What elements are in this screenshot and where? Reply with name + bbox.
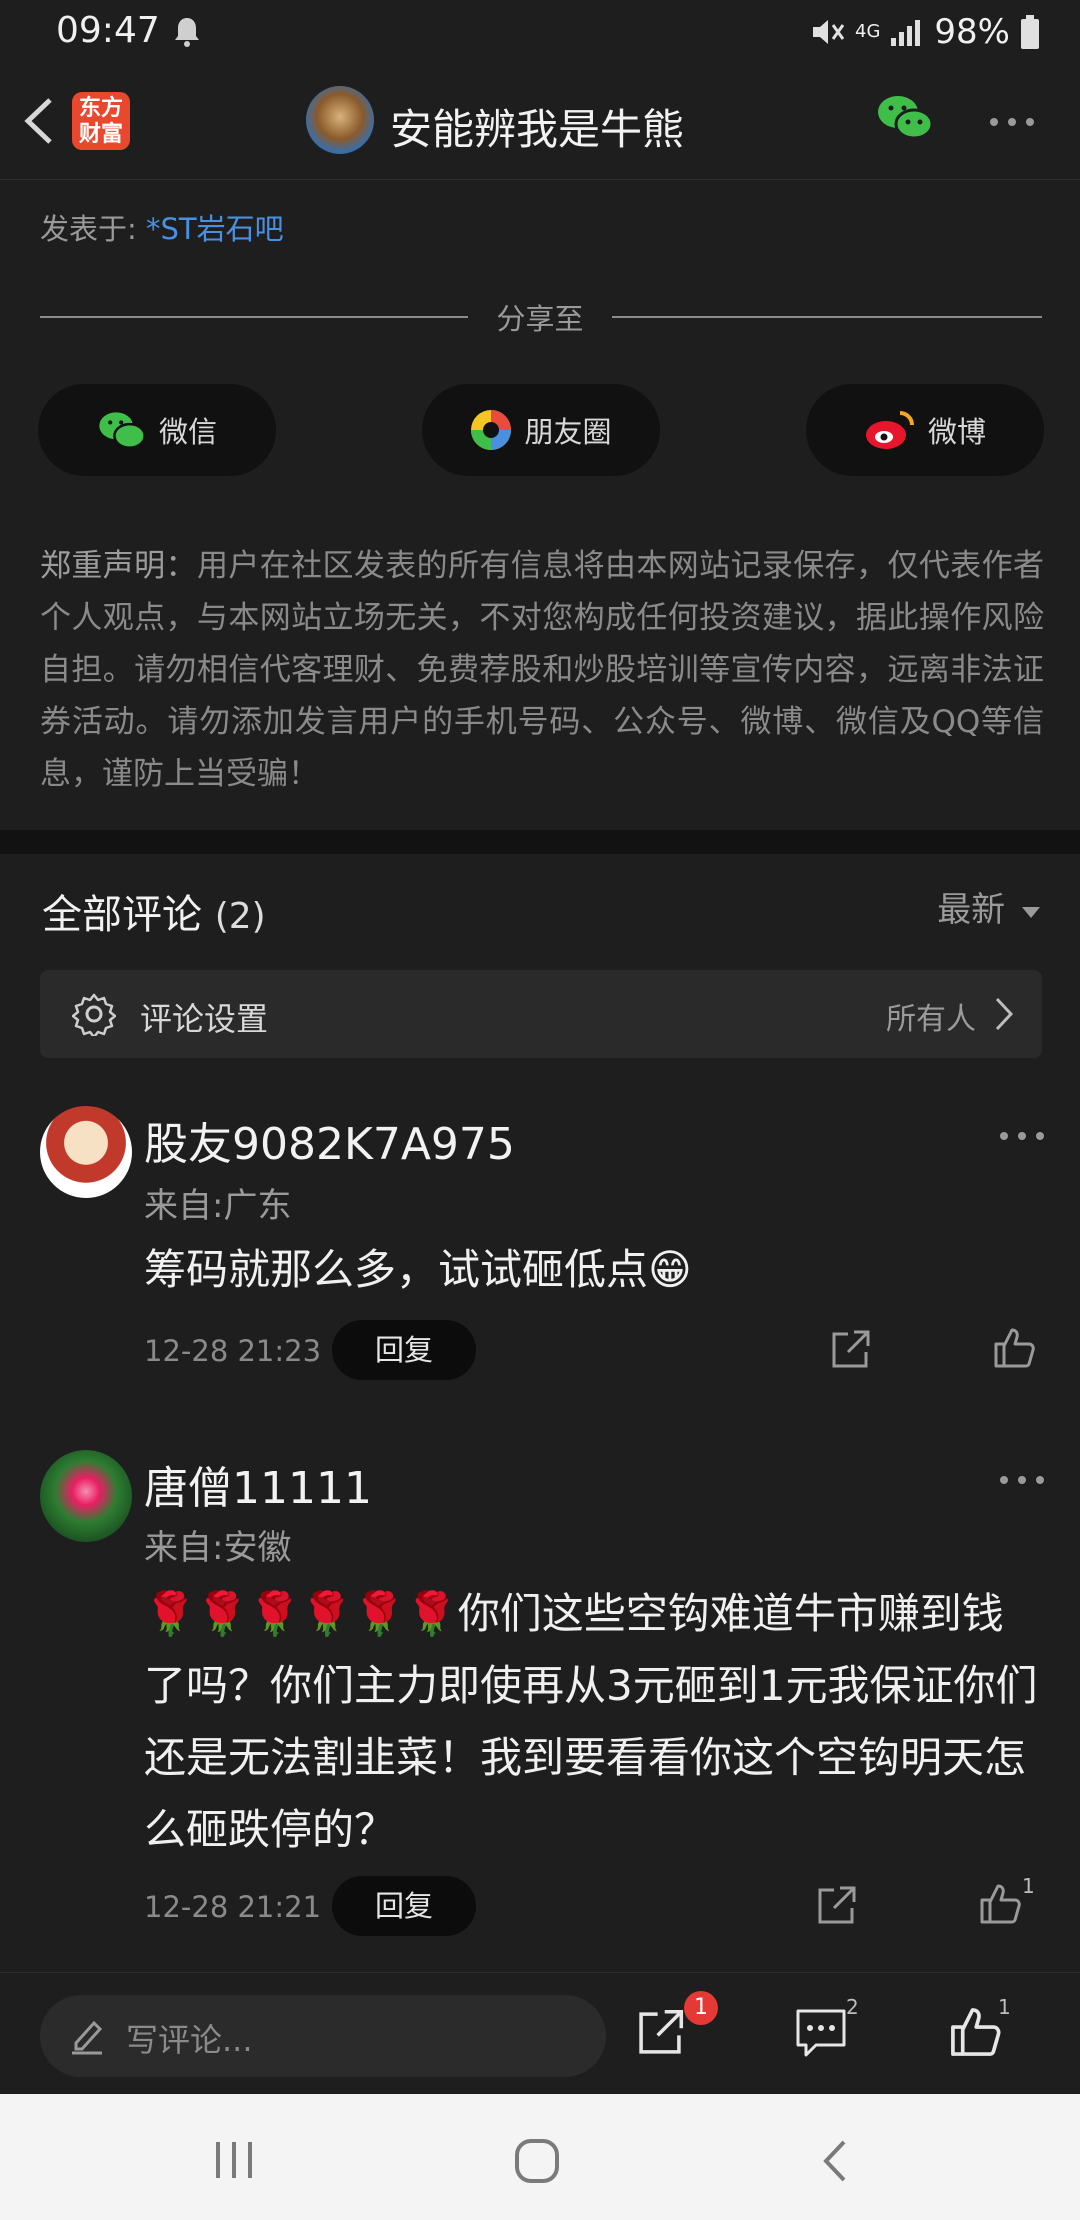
like-post-button[interactable]: 1	[948, 1995, 1011, 2063]
network-type: 4G	[855, 21, 881, 42]
comment-time: 12-28 21:21	[144, 1890, 322, 1924]
battery-percent: 98%	[934, 12, 1010, 52]
moments-icon	[471, 410, 512, 450]
comment-more-button[interactable]	[1000, 1476, 1044, 1484]
app-screen: 09:47 4G 98% 东方 财富 安能辨我是牛熊 发表于: *ST岩石吧 分…	[0, 0, 1080, 2220]
comment-author[interactable]: 股友9082K7A975	[144, 1108, 515, 1172]
reply-button[interactable]: 回复	[332, 1320, 476, 1380]
wechat-share-button[interactable]	[876, 92, 934, 146]
comment-settings-row[interactable]: 评论设置 所有人	[40, 970, 1042, 1058]
comment-location: 来自:广东	[144, 1186, 292, 1226]
comment-avatar[interactable]	[40, 1106, 132, 1198]
comment-time: 12-28 21:23	[144, 1334, 322, 1368]
system-nav-bar	[0, 2094, 1080, 2220]
caret-down-icon	[1022, 906, 1040, 918]
author-avatar[interactable]	[306, 86, 374, 154]
share-weibo-button[interactable]: 微博	[806, 384, 1044, 476]
write-comment-placeholder: 写评论...	[126, 2021, 253, 2059]
comments-button[interactable]: 2	[794, 1995, 859, 2063]
like-count: 1	[1022, 1874, 1035, 1898]
wechat-icon	[99, 412, 146, 449]
status-icons: 4G 98%	[811, 12, 1040, 52]
sort-dropdown[interactable]: 最新	[937, 882, 1040, 931]
signal-icon	[891, 20, 921, 46]
more-options-button[interactable]	[990, 118, 1034, 126]
comment-avatar[interactable]	[40, 1450, 132, 1542]
like-icon	[951, 2008, 1001, 2056]
section-divider	[0, 830, 1080, 854]
comment-count: 2	[846, 1995, 859, 2019]
mute-icon	[813, 20, 845, 44]
gear-icon	[72, 993, 116, 1036]
back-arrow-icon	[24, 98, 52, 144]
pencil-icon	[72, 2020, 103, 2055]
share-comment-icon[interactable]	[814, 1884, 858, 1928]
comment-text: 筹码就那么多，试试砸低点😁	[144, 1245, 692, 1294]
chevron-right-icon	[995, 997, 1014, 1031]
comment-settings-value: 所有人	[886, 1002, 976, 1037]
comment-author[interactable]: 唐僧11111	[144, 1452, 372, 1516]
eastmoney-logo[interactable]: 东方 财富	[72, 92, 130, 150]
like-icon[interactable]	[978, 1882, 1022, 1926]
posted-in: 发表于: *ST岩石吧	[40, 212, 284, 246]
share-comment-icon[interactable]	[828, 1328, 872, 1372]
share-label: 分享至	[496, 302, 584, 336]
share-wechat-button[interactable]: 微信	[38, 384, 276, 476]
comments-title: 全部评论 (2)	[42, 892, 266, 938]
bottom-action-bar: 写评论... 1 2 1	[0, 1972, 1080, 2094]
comment-settings-label: 评论设置	[140, 1000, 269, 1038]
notification-bell-icon	[172, 16, 202, 52]
like-icon[interactable]	[992, 1326, 1036, 1370]
back-button[interactable]	[20, 96, 56, 150]
write-comment-input[interactable]: 写评论...	[40, 1995, 606, 2077]
comments-count: (2)	[214, 896, 266, 937]
like-count: 1	[998, 1995, 1011, 2019]
share-icon	[639, 2009, 684, 2054]
status-time: 09:47	[56, 10, 160, 51]
status-bar: 09:47 4G 98%	[0, 0, 1080, 62]
share-post-button[interactable]: 1	[634, 1991, 718, 2063]
home-icon[interactable]	[514, 2138, 560, 2184]
bar-link[interactable]: *ST岩石吧	[146, 212, 284, 246]
wechat-icon	[878, 96, 934, 140]
page-title[interactable]: 安能辨我是牛熊	[390, 96, 684, 157]
share-badge: 1	[684, 1991, 718, 2025]
comment-text: 🌹🌹🌹🌹🌹🌹你们这些空钩难道牛市赚到钱了吗？你们主力即使再从3元砸到1元我保证你…	[144, 1589, 1038, 1854]
share-moments-button[interactable]: 朋友圈	[422, 384, 660, 476]
comment-bubble-icon	[796, 2009, 846, 2057]
disclaimer: 郑重声明：用户在社区发表的所有信息将由本网站记录保存，仅代表作者个人观点，与本网…	[40, 548, 1044, 792]
reply-button[interactable]: 回复	[332, 1876, 476, 1936]
battery-icon	[1021, 15, 1039, 49]
comment-more-button[interactable]	[1000, 1132, 1044, 1140]
header: 东方 财富 安能辨我是牛熊	[0, 62, 1080, 180]
back-nav-icon[interactable]	[820, 2138, 850, 2184]
comment-location: 来自:安徽	[144, 1528, 292, 1568]
recents-icon[interactable]	[212, 2140, 256, 2180]
weibo-icon	[865, 411, 914, 449]
